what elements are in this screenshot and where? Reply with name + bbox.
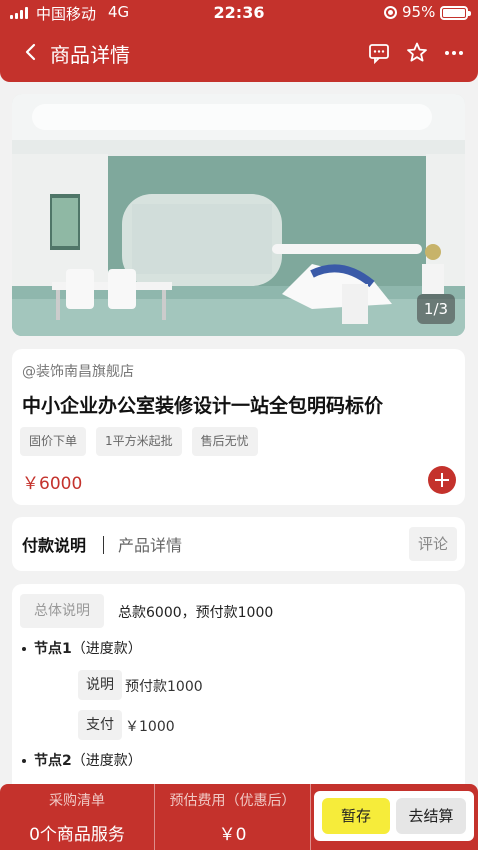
node-row-label: 说明 bbox=[78, 670, 122, 700]
message-icon[interactable] bbox=[366, 40, 392, 66]
node-row-value: 预付款1000 bbox=[125, 679, 203, 695]
estimated-cost-value: ￥0 bbox=[218, 825, 247, 845]
product-tags: 固价下单 1平方米起批 售后无忧 bbox=[20, 427, 258, 456]
purchase-list-label: 采购清单 bbox=[49, 793, 105, 809]
back-chevron-icon[interactable] bbox=[20, 40, 42, 64]
shop-name[interactable]: @装饰南昌旗舰店 bbox=[22, 361, 134, 381]
checkout-button[interactable]: 去结算 bbox=[396, 798, 466, 834]
node-row-label: 支付 bbox=[78, 710, 122, 740]
image-pager: 1/3 bbox=[417, 294, 455, 324]
product-tag: 固价下单 bbox=[20, 427, 87, 456]
tab-product-details[interactable]: 产品详情 bbox=[118, 532, 182, 556]
payment-info-panel: 总体说明 总款6000，预付款1000 节点1（进度款） 说明 预付款1000 … bbox=[12, 584, 465, 814]
summary-label: 总体说明 bbox=[20, 594, 104, 628]
status-bar: 中国移动 4G 22:36 95% bbox=[0, 0, 478, 26]
product-image-carousel[interactable]: 1/3 bbox=[12, 94, 465, 336]
node-name: 节点1 bbox=[34, 641, 72, 657]
page-title: 商品详情 bbox=[50, 43, 130, 67]
summary-text: 总款6000，预付款1000 bbox=[118, 605, 274, 621]
rotation-lock-icon bbox=[384, 6, 397, 19]
bottom-divider bbox=[310, 784, 311, 850]
tab-payment-info[interactable]: 付款说明 bbox=[22, 532, 86, 556]
product-tag: 售后无忧 bbox=[191, 427, 258, 456]
payment-node-title: 节点1（进度款） bbox=[22, 638, 142, 658]
product-card: @装饰南昌旗舰店 中小企业办公室装修设计一站全包明码标价 固价下单 1平方米起批… bbox=[12, 349, 465, 505]
battery-percent: 95% bbox=[402, 3, 436, 21]
node-name: 节点2 bbox=[34, 753, 72, 769]
estimated-cost-label: 预估费用（优惠后） bbox=[169, 793, 296, 809]
node-type: （进度款） bbox=[71, 753, 142, 769]
node-row-value: ￥1000 bbox=[125, 719, 175, 735]
star-icon[interactable] bbox=[404, 40, 430, 66]
node-type: （进度款） bbox=[71, 641, 142, 657]
nav-bar: 商品详情 bbox=[0, 26, 478, 80]
estimated-cost: 预估费用（优惠后） ￥0 bbox=[155, 784, 310, 850]
product-photo bbox=[12, 94, 465, 336]
action-buttons: 暂存 去结算 bbox=[314, 791, 474, 841]
payment-node-title: 节点2（进度款） bbox=[22, 750, 142, 770]
purchase-list[interactable]: 采购清单 0个商品服务 bbox=[0, 784, 154, 850]
comment-button[interactable]: 评论 bbox=[409, 527, 457, 561]
product-tag: 1平方米起批 bbox=[96, 427, 182, 456]
save-draft-button[interactable]: 暂存 bbox=[322, 798, 390, 834]
add-to-cart-plus-icon[interactable] bbox=[428, 466, 456, 494]
bottom-action-bar: 采购清单 0个商品服务 预估费用（优惠后） ￥0 暂存 去结算 bbox=[0, 784, 478, 850]
product-title: 中小企业办公室装修设计一站全包明码标价 bbox=[22, 395, 384, 417]
product-price: ￥6000 bbox=[22, 474, 83, 494]
tab-divider bbox=[103, 536, 104, 554]
purchase-list-count: 0个商品服务 bbox=[29, 825, 125, 845]
top-bar: 中国移动 4G 22:36 95% 商品详情 bbox=[0, 0, 478, 82]
battery-icon bbox=[440, 6, 471, 20]
tab-bar: 付款说明 产品详情 评论 bbox=[12, 517, 465, 571]
more-icon[interactable] bbox=[441, 40, 467, 66]
